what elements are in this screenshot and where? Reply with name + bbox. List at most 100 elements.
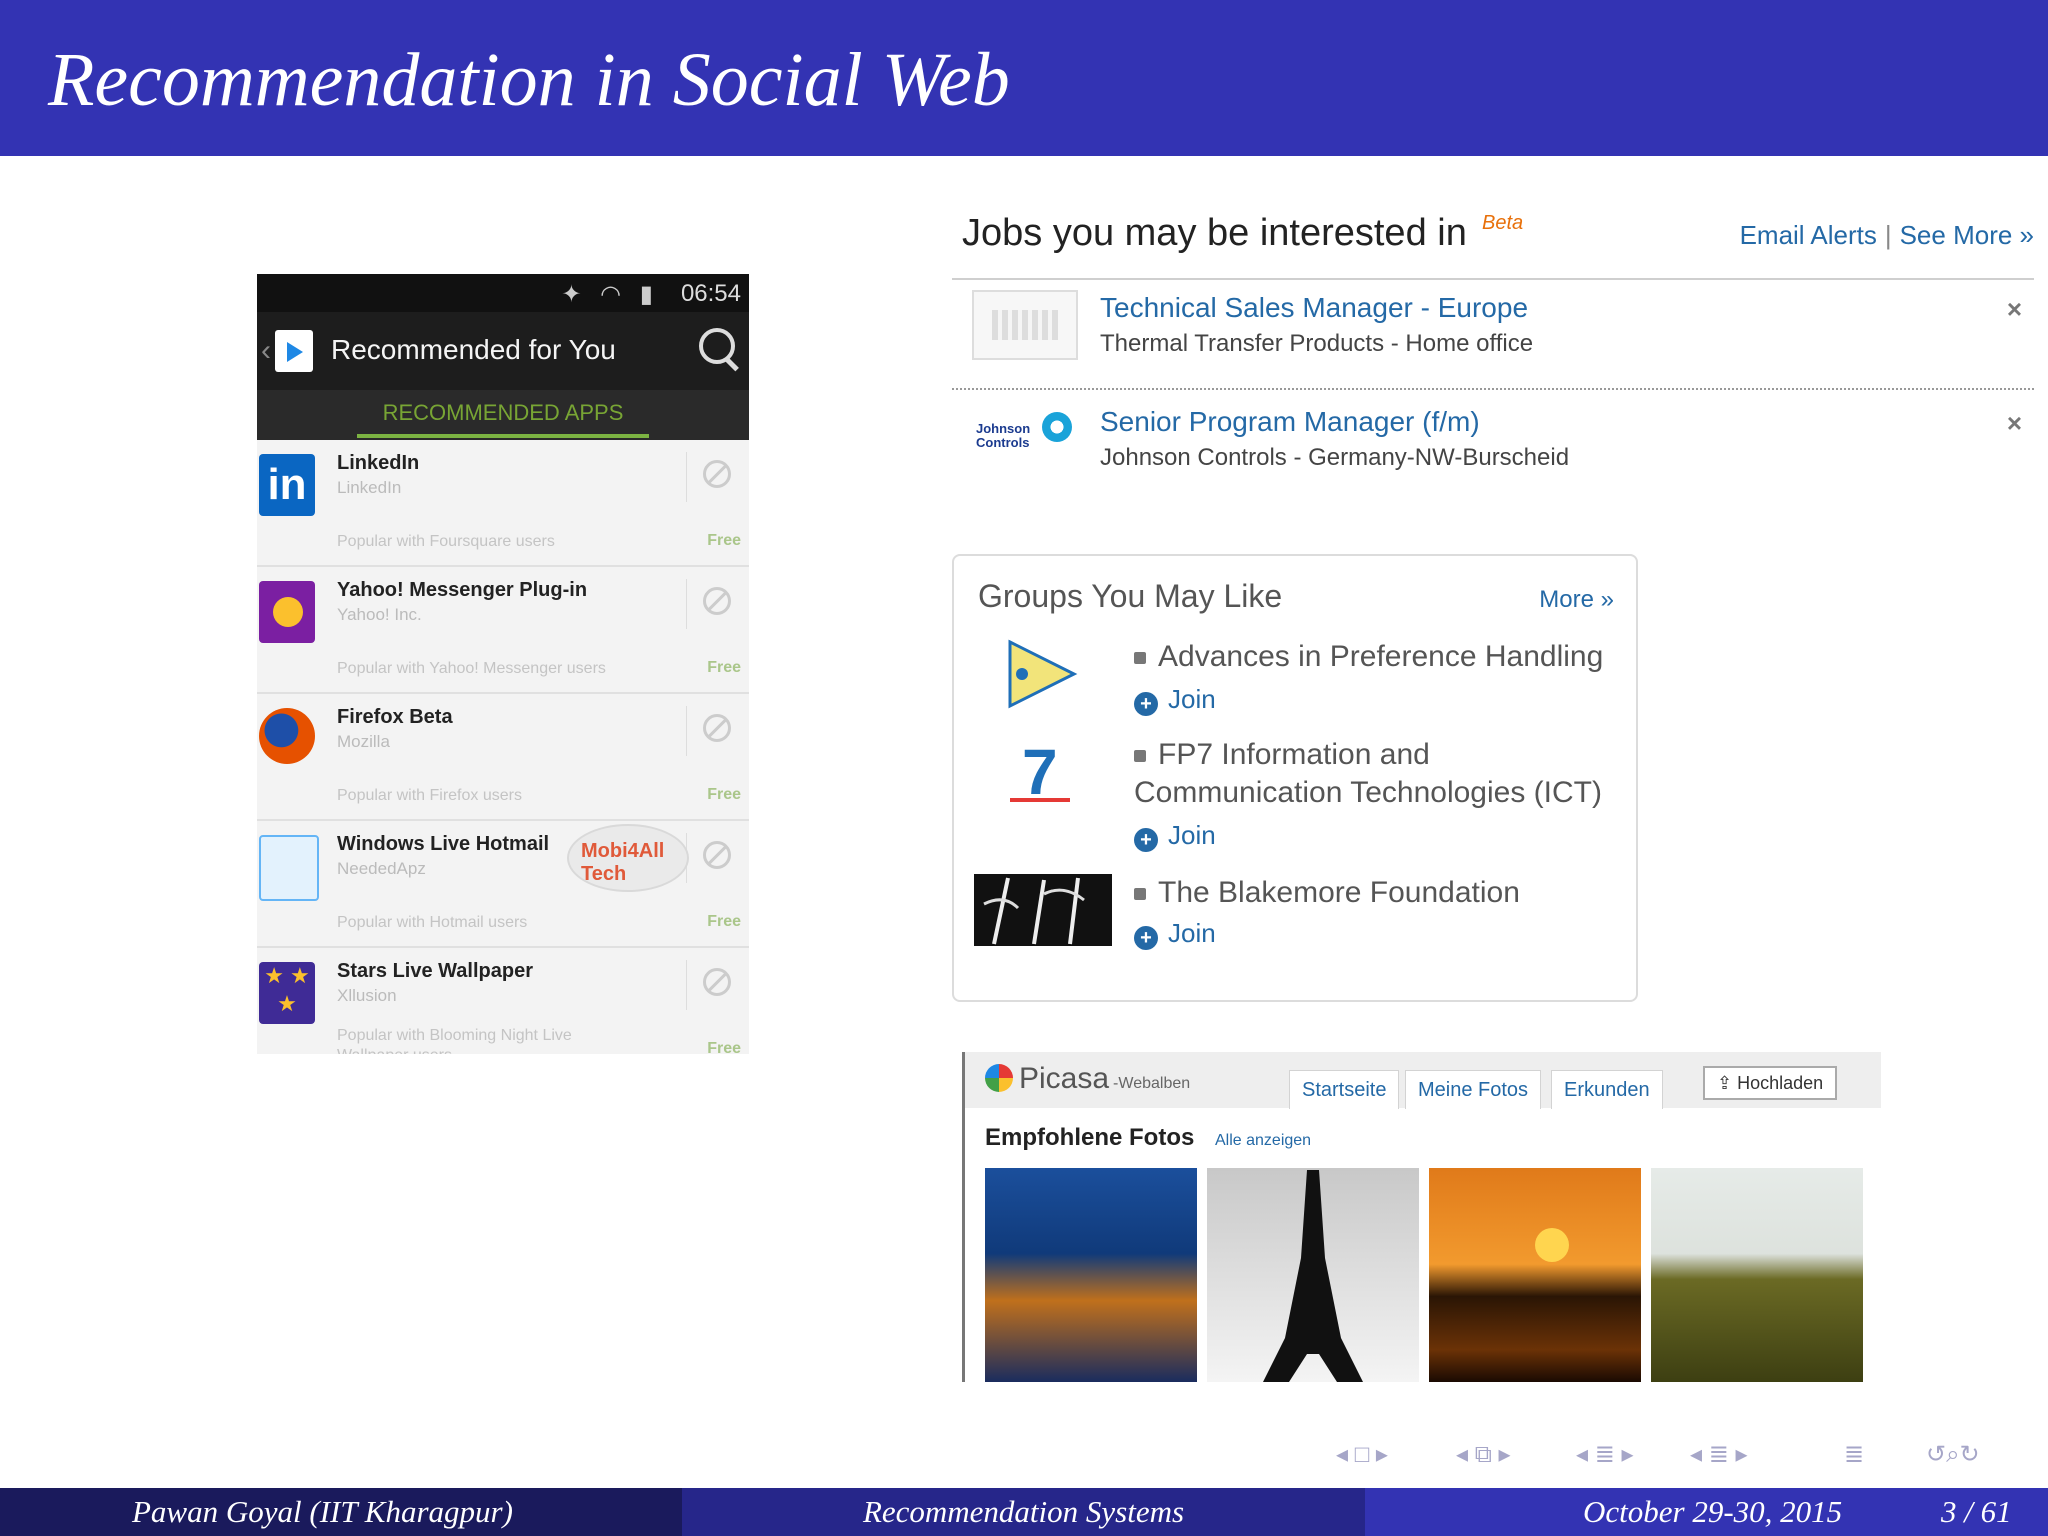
tab-indicator — [357, 434, 649, 438]
close-icon[interactable]: × — [2007, 294, 2022, 325]
watermark-logo: Mobi4All Tech — [567, 824, 689, 892]
dismiss-icon[interactable] — [703, 968, 731, 996]
picasa-toolbar: Picasa -Webalben Startseite Meine Fotos E… — [965, 1052, 1881, 1109]
search-icon[interactable] — [699, 328, 735, 364]
nav-search-icon[interactable]: ↺⌕↻ — [1926, 1440, 1980, 1469]
yahoo-messenger-icon — [259, 581, 315, 643]
city-night-photo[interactable] — [985, 1168, 1197, 1382]
picasa-logo-text: Picasa — [1019, 1062, 1110, 1095]
groups-panel: Groups You May Like More » Advances in P… — [952, 554, 1638, 1002]
join-button[interactable]: + Join — [1134, 820, 1216, 852]
job-title[interactable]: Technical Sales Manager - Europe — [1100, 292, 1528, 324]
eiffel-tower-photo[interactable] — [1207, 1168, 1419, 1382]
app-price: Free — [707, 1040, 741, 1054]
nav-section-icon[interactable]: ◂ ≣ ▸ — [1576, 1440, 1634, 1469]
see-more-link[interactable]: See More » — [1900, 220, 2034, 250]
johnson-controls-logo: Johnson Controls — [972, 404, 1074, 470]
lock-icon — [1134, 750, 1146, 762]
beta-badge: Beta — [1482, 212, 1524, 234]
app-list-item[interactable]: ★ ★ ★ Stars Live Wallpaper Xllusion Popul… — [257, 948, 749, 1054]
join-label: Join — [1168, 684, 1216, 714]
app-price: Free — [707, 532, 741, 549]
app-popularity: Popular with Firefox users — [337, 787, 522, 804]
divider — [686, 706, 687, 756]
upload-button[interactable]: ⇪ Hochladen — [1703, 1066, 1838, 1100]
app-list-item[interactable]: in LinkedIn LinkedIn Popular with Foursq… — [257, 440, 749, 567]
email-alerts-link[interactable]: Email Alerts — [1740, 220, 1877, 250]
logo-text: Johnson Controls — [976, 421, 1031, 450]
app-name: Stars Live Wallpaper — [337, 960, 533, 982]
nav-appendix-icon[interactable]: ≣ — [1844, 1440, 1864, 1469]
plus-icon: + — [1134, 926, 1158, 950]
dismiss-icon[interactable] — [703, 587, 731, 615]
app-bar-title: Recommended for You — [331, 334, 616, 365]
show-all-link[interactable]: Alle anzeigen — [1215, 1132, 1311, 1150]
firefox-icon — [259, 708, 315, 764]
tab-label: RECOMMENDED APPS — [382, 400, 624, 425]
tab-erkunden[interactable]: Erkunden — [1551, 1070, 1663, 1109]
back-icon[interactable]: ‹ — [261, 334, 271, 368]
app-popularity: Popular with Hotmail users — [337, 914, 528, 931]
app-list-item[interactable]: Firefox Beta Mozilla Popular with Firefo… — [257, 694, 749, 821]
picasa-logo-sub: -Webalben — [1113, 1075, 1191, 1092]
join-button[interactable]: + Join — [1134, 918, 1216, 950]
close-icon[interactable]: × — [2007, 408, 2022, 439]
app-price: Free — [707, 913, 741, 930]
app-developer: LinkedIn — [337, 478, 402, 497]
footer-page-number: 3 / 61 — [1941, 1494, 2012, 1529]
group-logo: 7 — [974, 736, 1112, 808]
dismiss-icon[interactable] — [703, 460, 731, 488]
join-button[interactable]: + Join — [1134, 684, 1216, 716]
job-subtitle: Johnson Controls - Germany-NW-Burscheid — [1100, 444, 1570, 471]
section-title: Empfohlene Fotos — [985, 1124, 1195, 1151]
nav-subsection-icon[interactable]: ◂ ⧉ ▸ — [1456, 1440, 1511, 1469]
hotmail-icon — [259, 835, 319, 901]
link-separator: | — [1884, 220, 1892, 250]
nav-presentation-icon[interactable]: ◂ ≣ ▸ — [1690, 1440, 1748, 1469]
footer-date: October 29-30, 2015 3 / 61 — [1365, 1488, 2048, 1536]
app-developer: Mozilla — [337, 732, 390, 751]
sunflower-field-photo[interactable] — [1651, 1168, 1863, 1382]
group-name[interactable]: FP7 Information and Communication Techno… — [1134, 736, 1614, 812]
more-link[interactable]: More » — [1539, 586, 1614, 614]
sun-icon — [1535, 1228, 1569, 1262]
picasa-logo[interactable]: Picasa -Webalben — [985, 1062, 1190, 1096]
tab-recommended-apps[interactable]: RECOMMENDED APPS — [257, 390, 749, 440]
groups-heading: Groups You May Like — [978, 578, 1283, 614]
jobs-panel: Jobs you may be interested in Beta Email… — [952, 208, 2034, 478]
stars-wallpaper-icon: ★ ★ ★ — [259, 962, 315, 1024]
status-icons: ✦ ◠ ▮ — [561, 281, 659, 308]
picasa-panel: Picasa -Webalben Startseite Meine Fotos E… — [962, 1052, 1881, 1382]
status-time: 06:54 — [680, 280, 741, 307]
dismiss-icon[interactable] — [703, 841, 731, 869]
app-popularity: Popular with Yahoo! Messenger users — [337, 660, 606, 677]
dismiss-icon[interactable] — [703, 714, 731, 742]
group-logo — [974, 874, 1112, 946]
tab-meine-fotos[interactable]: Meine Fotos — [1405, 1070, 1542, 1109]
svg-text:7: 7 — [1022, 736, 1058, 808]
divider — [952, 388, 2034, 390]
job-item[interactable]: Johnson Controls Senior Program Manager … — [972, 404, 2032, 484]
job-item[interactable]: Technical Sales Manager - Europe Thermal… — [972, 290, 2032, 370]
arrow-logo-icon — [1008, 639, 1078, 709]
linkedin-icon: in — [259, 454, 315, 516]
sunset-photo[interactable] — [1429, 1168, 1641, 1382]
plus-icon: + — [1134, 828, 1158, 852]
app-name: Yahoo! Messenger Plug-in — [337, 579, 588, 601]
nav-frame-icon[interactable]: ◂ □ ▸ — [1336, 1440, 1388, 1469]
group-name[interactable]: Advances in Preference Handling — [1134, 638, 1603, 676]
app-price: Free — [707, 659, 741, 676]
app-developer: Xllusion — [337, 986, 397, 1005]
job-title[interactable]: Senior Program Manager (f/m) — [1100, 406, 1480, 438]
company-building-logo — [972, 290, 1078, 360]
divider — [686, 960, 687, 1010]
jobs-links: Email Alerts | See More » — [1740, 220, 2034, 251]
beamer-navigation: ◂ □ ▸ ◂ ⧉ ▸ ◂ ≣ ▸ ◂ ≣ ▸ ≣ ↺⌕↻ — [1336, 1440, 2026, 1472]
app-list-item[interactable]: Yahoo! Messenger Plug-in Yahoo! Inc. Pop… — [257, 567, 749, 694]
divider — [952, 278, 2034, 280]
footer-author: Pawan Goyal (IIT Kharagpur) — [0, 1488, 682, 1536]
divider — [686, 452, 687, 502]
group-name[interactable]: The Blakemore Foundation — [1134, 874, 1520, 912]
picasa-pinwheel-icon — [985, 1064, 1013, 1092]
tab-startseite[interactable]: Startseite — [1289, 1070, 1400, 1109]
